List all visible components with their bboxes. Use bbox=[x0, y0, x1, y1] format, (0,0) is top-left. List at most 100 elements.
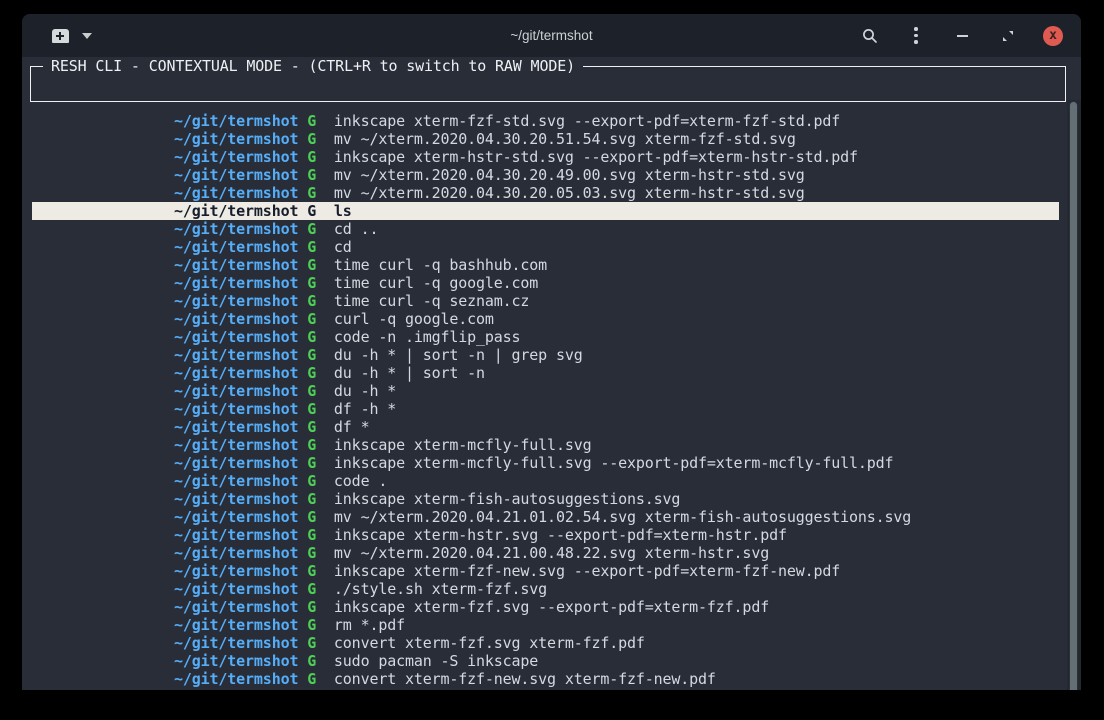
command-text: cd .. bbox=[334, 220, 378, 238]
command-text: convert xterm-fzf.svg xterm-fzf.pdf bbox=[334, 634, 645, 652]
history-row[interactable]: ~/git/termshot G mv ~/xterm.2020.04.30.2… bbox=[32, 184, 1059, 202]
history-row[interactable]: ~/git/termshot G inkscape xterm-hstr-std… bbox=[32, 148, 1059, 166]
git-branch-indicator: G bbox=[307, 328, 316, 346]
new-tab-icon bbox=[52, 29, 69, 43]
terminal-content: RESH CLI - CONTEXTUAL MODE - (CTRL+R to … bbox=[22, 57, 1081, 690]
command-text: code -n .imgflip_pass bbox=[334, 328, 521, 346]
resh-mode-header: RESH CLI - CONTEXTUAL MODE - (CTRL+R to … bbox=[43, 57, 583, 75]
new-tab-button[interactable] bbox=[48, 26, 72, 46]
history-row[interactable]: ~/git/termshot G curl -q google.com bbox=[32, 310, 1059, 328]
command-text: mv ~/xterm.2020.04.21.00.48.22.svg xterm… bbox=[334, 544, 769, 562]
git-branch-indicator: G bbox=[307, 364, 316, 382]
prompt-path: ~/git/termshot bbox=[174, 148, 298, 166]
close-button[interactable]: x bbox=[1043, 26, 1063, 46]
kebab-menu-icon bbox=[914, 27, 918, 44]
history-row[interactable]: ~/git/termshot G inkscape xterm-fzf-new.… bbox=[32, 562, 1059, 580]
history-row[interactable]: ~/git/termshot G inkscape xterm-fzf-std.… bbox=[32, 112, 1059, 130]
git-branch-indicator: G bbox=[307, 598, 316, 616]
git-branch-indicator: G bbox=[307, 112, 316, 130]
history-row[interactable]: ~/git/termshot G rm *.pdf bbox=[32, 616, 1059, 634]
search-icon bbox=[862, 28, 878, 44]
restore-button[interactable] bbox=[997, 25, 1019, 47]
command-text: inkscape xterm-mcfly-full.svg bbox=[334, 436, 592, 454]
git-branch-indicator: G bbox=[307, 400, 316, 418]
git-branch-indicator: G bbox=[307, 148, 316, 166]
history-row[interactable]: ~/git/termshot G time curl -q bashhub.co… bbox=[32, 256, 1059, 274]
git-branch-indicator: G bbox=[307, 526, 316, 544]
git-branch-indicator: G bbox=[307, 382, 316, 400]
history-row[interactable]: ~/git/termshot G du -h * | sort -n | gre… bbox=[32, 346, 1059, 364]
chevron-down-icon[interactable] bbox=[82, 33, 92, 39]
command-text: du -h * | sort -n | grep svg bbox=[334, 346, 583, 364]
git-branch-indicator: G bbox=[307, 256, 316, 274]
history-row[interactable]: ~/git/termshot G code . bbox=[32, 472, 1059, 490]
history-row[interactable]: ~/git/termshot G code -n .imgflip_pass bbox=[32, 328, 1059, 346]
prompt-path: ~/git/termshot bbox=[174, 274, 298, 292]
prompt-path: ~/git/termshot bbox=[174, 112, 298, 130]
git-branch-indicator: G bbox=[307, 490, 316, 508]
menu-button[interactable] bbox=[905, 25, 927, 47]
command-text: rm *.pdf bbox=[334, 616, 405, 634]
resh-search-input-box[interactable]: RESH CLI - CONTEXTUAL MODE - (CTRL+R to … bbox=[30, 66, 1066, 102]
history-row[interactable]: ~/git/termshot G sudo pacman -S inkscape bbox=[32, 652, 1059, 670]
history-row[interactable]: ~/git/termshot G mv ~/xterm.2020.04.30.2… bbox=[32, 166, 1059, 184]
history-row[interactable]: ~/git/termshot G inkscape xterm-mcfly-fu… bbox=[32, 454, 1059, 472]
prompt-path: ~/git/termshot bbox=[174, 580, 298, 598]
titlebar: ~/git/termshot x bbox=[22, 14, 1081, 57]
command-text: inkscape xterm-mcfly-full.svg --export-p… bbox=[334, 454, 894, 472]
history-row[interactable]: ~/git/termshot G time curl -q seznam.cz bbox=[32, 292, 1059, 310]
prompt-path: ~/git/termshot bbox=[174, 472, 298, 490]
history-row[interactable]: ~/git/termshot G inkscape xterm-mcfly-fu… bbox=[32, 436, 1059, 454]
restore-icon bbox=[1002, 30, 1014, 42]
prompt-path: ~/git/termshot bbox=[174, 220, 298, 238]
command-text: ls bbox=[334, 202, 352, 220]
command-text: code . bbox=[334, 472, 387, 490]
history-row[interactable]: ~/git/termshot G mv ~/xterm.2020.04.30.2… bbox=[32, 130, 1059, 148]
minimize-button[interactable] bbox=[951, 25, 973, 47]
git-branch-indicator: G bbox=[307, 238, 316, 256]
history-row[interactable]: ~/git/termshot G ls bbox=[32, 202, 1059, 220]
history-row[interactable]: ~/git/termshot G time curl -q google.com bbox=[32, 274, 1059, 292]
git-branch-indicator: G bbox=[307, 292, 316, 310]
history-row[interactable]: ~/git/termshot G inkscape xterm-fish-aut… bbox=[32, 490, 1059, 508]
prompt-path: ~/git/termshot bbox=[174, 598, 298, 616]
prompt-path: ~/git/termshot bbox=[174, 184, 298, 202]
history-row[interactable]: ~/git/termshot G du -h * bbox=[32, 382, 1059, 400]
command-text: inkscape xterm-fzf.svg --export-pdf=xter… bbox=[334, 598, 769, 616]
search-button[interactable] bbox=[859, 25, 881, 47]
git-branch-indicator: G bbox=[307, 670, 316, 688]
command-text: cd bbox=[334, 238, 352, 256]
command-text: inkscape xterm-hstr-std.svg --export-pdf… bbox=[334, 148, 858, 166]
history-row[interactable]: ~/git/termshot G mv ~/xterm.2020.04.21.0… bbox=[32, 544, 1059, 562]
command-text: time curl -q bashhub.com bbox=[334, 256, 547, 274]
prompt-path: ~/git/termshot bbox=[174, 436, 298, 454]
history-row[interactable]: ~/git/termshot G inkscape xterm-fzf.svg … bbox=[32, 598, 1059, 616]
prompt-path: ~/git/termshot bbox=[174, 256, 298, 274]
command-text: df * bbox=[334, 418, 370, 436]
command-text: du -h * bbox=[334, 382, 396, 400]
history-row[interactable]: ~/git/termshot G convert xterm-fzf-new.s… bbox=[32, 670, 1059, 688]
command-text: mv ~/xterm.2020.04.30.20.49.00.svg xterm… bbox=[334, 166, 805, 184]
prompt-path: ~/git/termshot bbox=[174, 400, 298, 418]
history-row[interactable]: ~/git/termshot G du -h * | sort -n bbox=[32, 364, 1059, 382]
history-row[interactable]: ~/git/termshot G convert xterm-fzf.svg x… bbox=[32, 634, 1059, 652]
scrollbar-thumb[interactable] bbox=[1069, 101, 1078, 690]
minimize-icon bbox=[957, 35, 968, 37]
history-row[interactable]: ~/git/termshot G ./style.sh xterm-fzf.sv… bbox=[32, 580, 1059, 598]
command-text: df -h * bbox=[334, 400, 396, 418]
git-branch-indicator: G bbox=[307, 202, 316, 220]
prompt-path: ~/git/termshot bbox=[174, 382, 298, 400]
command-text: inkscape xterm-fzf-std.svg --export-pdf=… bbox=[334, 112, 840, 130]
history-row[interactable]: ~/git/termshot G cd bbox=[32, 238, 1059, 256]
history-row[interactable]: ~/git/termshot G df -h * bbox=[32, 400, 1059, 418]
git-branch-indicator: G bbox=[307, 346, 316, 364]
prompt-path: ~/git/termshot bbox=[174, 616, 298, 634]
history-row[interactable]: ~/git/termshot G cd .. bbox=[32, 220, 1059, 238]
prompt-path: ~/git/termshot bbox=[174, 490, 298, 508]
git-branch-indicator: G bbox=[307, 274, 316, 292]
git-branch-indicator: G bbox=[307, 508, 316, 526]
history-row[interactable]: ~/git/termshot G inkscape xterm-hstr.svg… bbox=[32, 526, 1059, 544]
history-row[interactable]: ~/git/termshot G mv ~/xterm.2020.04.21.0… bbox=[32, 508, 1059, 526]
history-row[interactable]: ~/git/termshot G df * bbox=[32, 418, 1059, 436]
git-branch-indicator: G bbox=[307, 472, 316, 490]
